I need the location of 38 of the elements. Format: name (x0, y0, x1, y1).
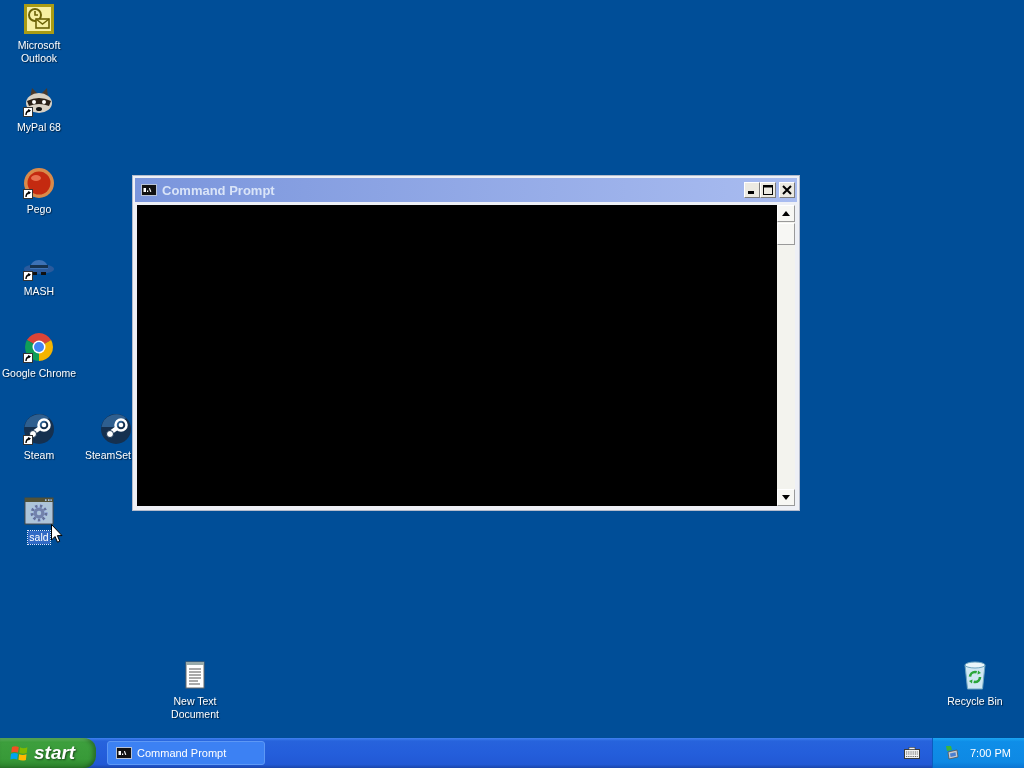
scroll-thumb[interactable] (777, 223, 795, 245)
icon-label[interactable]: sald (28, 531, 50, 544)
icon-label[interactable]: SteamSet (83, 449, 132, 462)
icon-label[interactable]: New Text Document (154, 695, 236, 721)
caret-up-icon (782, 211, 790, 216)
maximize-icon (763, 185, 773, 195)
icon-label[interactable]: Pego (25, 203, 53, 216)
flag-logo-icon (9, 744, 29, 762)
minimize-icon (748, 191, 754, 194)
icon-label[interactable]: MASH (22, 285, 56, 298)
minimize-button[interactable] (744, 182, 760, 198)
window-title: Command Prompt (162, 182, 275, 198)
scroll-up-button[interactable] (777, 205, 795, 222)
icon-label[interactable]: Microsoft Outlook (0, 39, 80, 65)
start-button[interactable]: start (0, 738, 96, 768)
window-gear-icon[interactable] (23, 495, 55, 527)
close-button[interactable] (779, 182, 795, 198)
maximize-button[interactable] (760, 182, 776, 198)
console-icon (141, 184, 157, 196)
piston-logo-icon[interactable] (100, 413, 132, 445)
keyboard-icon[interactable] (904, 747, 920, 759)
clock[interactable]: 7:00 PM (970, 747, 1011, 759)
computer-icon[interactable] (943, 744, 960, 762)
close-icon (782, 185, 792, 195)
icon-label[interactable]: Steam (22, 449, 56, 462)
taskbar-button[interactable]: Command Prompt (107, 741, 265, 765)
ball-icon[interactable] (23, 167, 55, 199)
mouse-pointer-icon (51, 524, 63, 543)
piston-logo-icon[interactable] (23, 413, 55, 445)
icon-label[interactable]: MyPal 68 (16, 121, 62, 134)
console-icon (116, 747, 132, 759)
icon-label[interactable]: Google Chrome (0, 367, 78, 380)
scrollbar[interactable] (777, 205, 795, 506)
scroll-down-button[interactable] (777, 489, 795, 506)
caret-down-icon (782, 495, 790, 500)
ring-logo-icon[interactable] (23, 331, 55, 363)
clock-envelope-icon[interactable] (23, 3, 55, 35)
icon-label[interactable]: Recycle Bin (946, 695, 1004, 708)
